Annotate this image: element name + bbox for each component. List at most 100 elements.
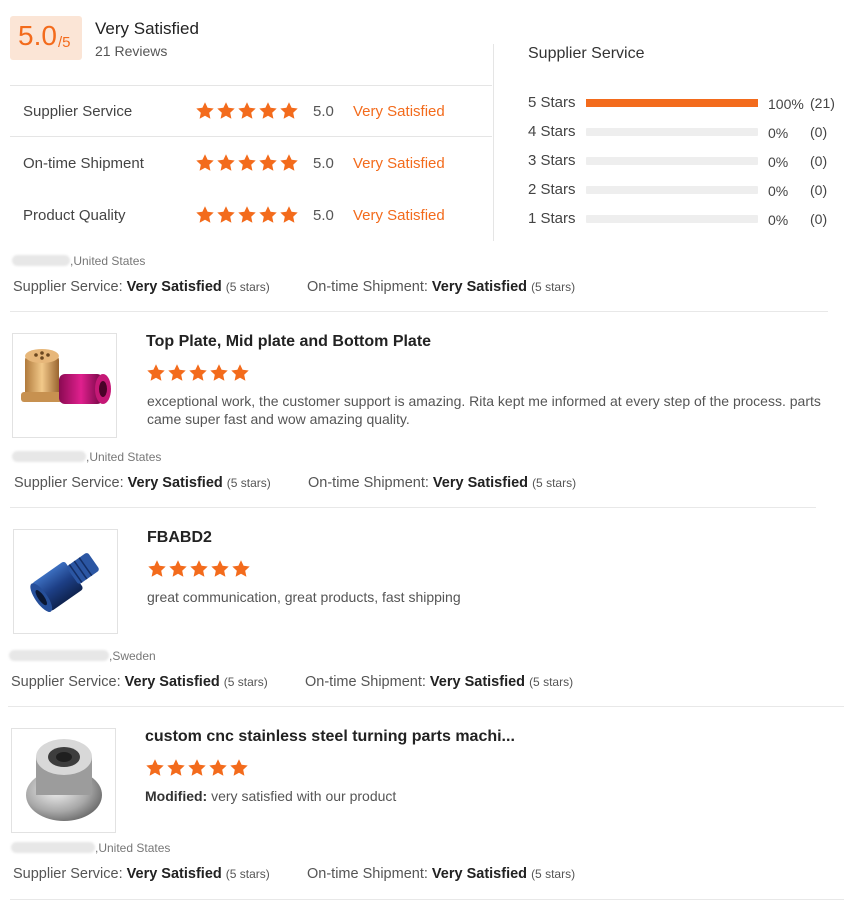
star-rating: [147, 559, 251, 579]
distribution-label: 2 Stars: [528, 181, 576, 198]
ontime-shipment-label: On-time Shipment:: [308, 475, 429, 491]
supplier-service-label: Supplier Service:: [11, 674, 121, 690]
star-icon: [231, 364, 249, 381]
review-ratings-line: Supplier Service: Very Satisfied (5 star…: [13, 866, 270, 882]
reviewer-name-blurred: [12, 451, 86, 462]
supplier-service-stars: (5 stars): [226, 476, 271, 490]
review-ratings-line: On-time Shipment: Very Satisfied (5 star…: [307, 866, 575, 882]
supplier-service-label: Supplier Service:: [13, 279, 123, 295]
reviewer-name-blurred: [9, 650, 109, 661]
ontime-shipment-label: On-time Shipment:: [305, 674, 426, 690]
supplier-service-label: Supplier Service:: [13, 866, 123, 882]
rating-satisfaction: Very Satisfied: [353, 155, 445, 172]
star-icon: [280, 206, 298, 223]
distribution-bar: [586, 186, 758, 194]
reviewer-country: ,Sweden: [109, 649, 156, 663]
star-icon: [168, 364, 186, 381]
distribution-percent: 0%: [768, 212, 789, 228]
star-rating: [145, 758, 249, 778]
reviewer-country: ,United States: [95, 841, 171, 855]
rating-label-ontime-shipment: On-time Shipment: [23, 155, 144, 172]
review-ratings-line: Supplier Service: Very Satisfied (5 star…: [11, 674, 268, 690]
distribution-percent: 0%: [768, 154, 789, 170]
distribution-percent: 0%: [768, 183, 789, 199]
star-icon: [188, 759, 206, 776]
star-icon: [196, 102, 214, 119]
distribution-label: 3 Stars: [528, 152, 576, 169]
reviewer-name-blurred: [11, 842, 95, 853]
star-icon: [259, 102, 277, 119]
ontime-shipment-stars: (5 stars): [531, 280, 576, 294]
star-icon: [232, 560, 250, 577]
modified-label: Modified:: [145, 788, 208, 804]
star-icon: [169, 560, 187, 577]
blue-fitting-image: [30, 553, 99, 612]
reviewer-name-blurred: [12, 255, 70, 266]
ontime-shipment-stars: (5 stars): [529, 675, 574, 689]
overall-score: 5.0: [18, 20, 57, 51]
star-icon: [280, 154, 298, 171]
star-icon: [209, 759, 227, 776]
supplier-service-value: Very Satisfied: [126, 866, 222, 882]
star-icon: [259, 206, 277, 223]
star-icon: [217, 102, 235, 119]
reviews-count: 21 Reviews: [95, 43, 168, 59]
rating-score: 5.0: [313, 155, 334, 172]
product-title[interactable]: Top Plate, Mid plate and Bottom Plate: [146, 333, 431, 351]
review-ratings-line: Supplier Service: Very Satisfied (5 star…: [14, 475, 271, 491]
distribution-count: (0): [810, 124, 828, 140]
product-title[interactable]: FBABD2: [147, 529, 212, 547]
rating-label-supplier-service: Supplier Service: [23, 103, 133, 120]
supplier-service-value: Very Satisfied: [127, 475, 223, 491]
rating-satisfaction: Very Satisfied: [353, 207, 445, 224]
rating-row-divider: [10, 136, 492, 137]
distribution-count: (0): [810, 182, 828, 198]
review-text: great communication, great products, fas…: [147, 589, 461, 605]
reviewer-country: ,United States: [86, 450, 162, 464]
star-icon: [238, 154, 256, 171]
product-thumbnail[interactable]: [11, 728, 116, 833]
supplier-service-label: Supplier Service:: [14, 475, 124, 491]
distribution-bar: [586, 157, 758, 165]
review-divider: [8, 706, 844, 707]
distribution-count: (21): [810, 95, 835, 111]
product-thumbnail[interactable]: [13, 529, 118, 634]
ontime-shipment-stars: (5 stars): [532, 476, 577, 490]
star-icon: [167, 759, 185, 776]
supplier-service-stars: (5 stars): [223, 675, 268, 689]
star-icon: [196, 206, 214, 223]
distribution-count: (0): [810, 211, 828, 227]
steel-turned-part-image: [26, 739, 102, 821]
supplier-service-stars: (5 stars): [225, 280, 270, 294]
product-thumbnail[interactable]: [12, 333, 117, 438]
review-ratings-line: On-time Shipment: Very Satisfied (5 star…: [308, 475, 576, 491]
distribution-title: Supplier Service: [528, 45, 645, 62]
review-divider: [10, 899, 844, 900]
distribution-bar: [586, 128, 758, 136]
overall-score-denominator: /5: [58, 34, 71, 51]
ontime-shipment-value: Very Satisfied: [431, 866, 528, 882]
star-icon: [147, 364, 165, 381]
overall-satisfaction: Very Satisfied: [95, 19, 199, 38]
ontime-shipment-value: Very Satisfied: [432, 475, 529, 491]
rating-satisfaction: Very Satisfied: [353, 103, 445, 120]
reviewer-country: ,United States: [70, 254, 146, 268]
review-divider: [10, 311, 828, 312]
review-ratings-line: On-time Shipment: Very Satisfied (5 star…: [305, 674, 573, 690]
star-icon: [217, 206, 235, 223]
supplier-service-value: Very Satisfied: [126, 279, 222, 295]
rating-score: 5.0: [313, 103, 334, 120]
ontime-shipment-stars: (5 stars): [531, 867, 576, 881]
review-text: Modified: very satisfied with our produc…: [145, 787, 825, 805]
rating-score: 5.0: [313, 207, 334, 224]
star-rating: [195, 205, 299, 225]
star-icon: [280, 102, 298, 119]
star-icon: [189, 364, 207, 381]
brass-and-pink-parts-image: [21, 349, 111, 404]
distribution-label: 5 Stars: [528, 94, 576, 111]
distribution-label: 4 Stars: [528, 123, 576, 140]
star-icon: [259, 154, 277, 171]
product-title[interactable]: custom cnc stainless steel turning parts…: [145, 728, 515, 746]
review-text: exceptional work, the customer support i…: [147, 393, 821, 427]
star-icon: [217, 154, 235, 171]
